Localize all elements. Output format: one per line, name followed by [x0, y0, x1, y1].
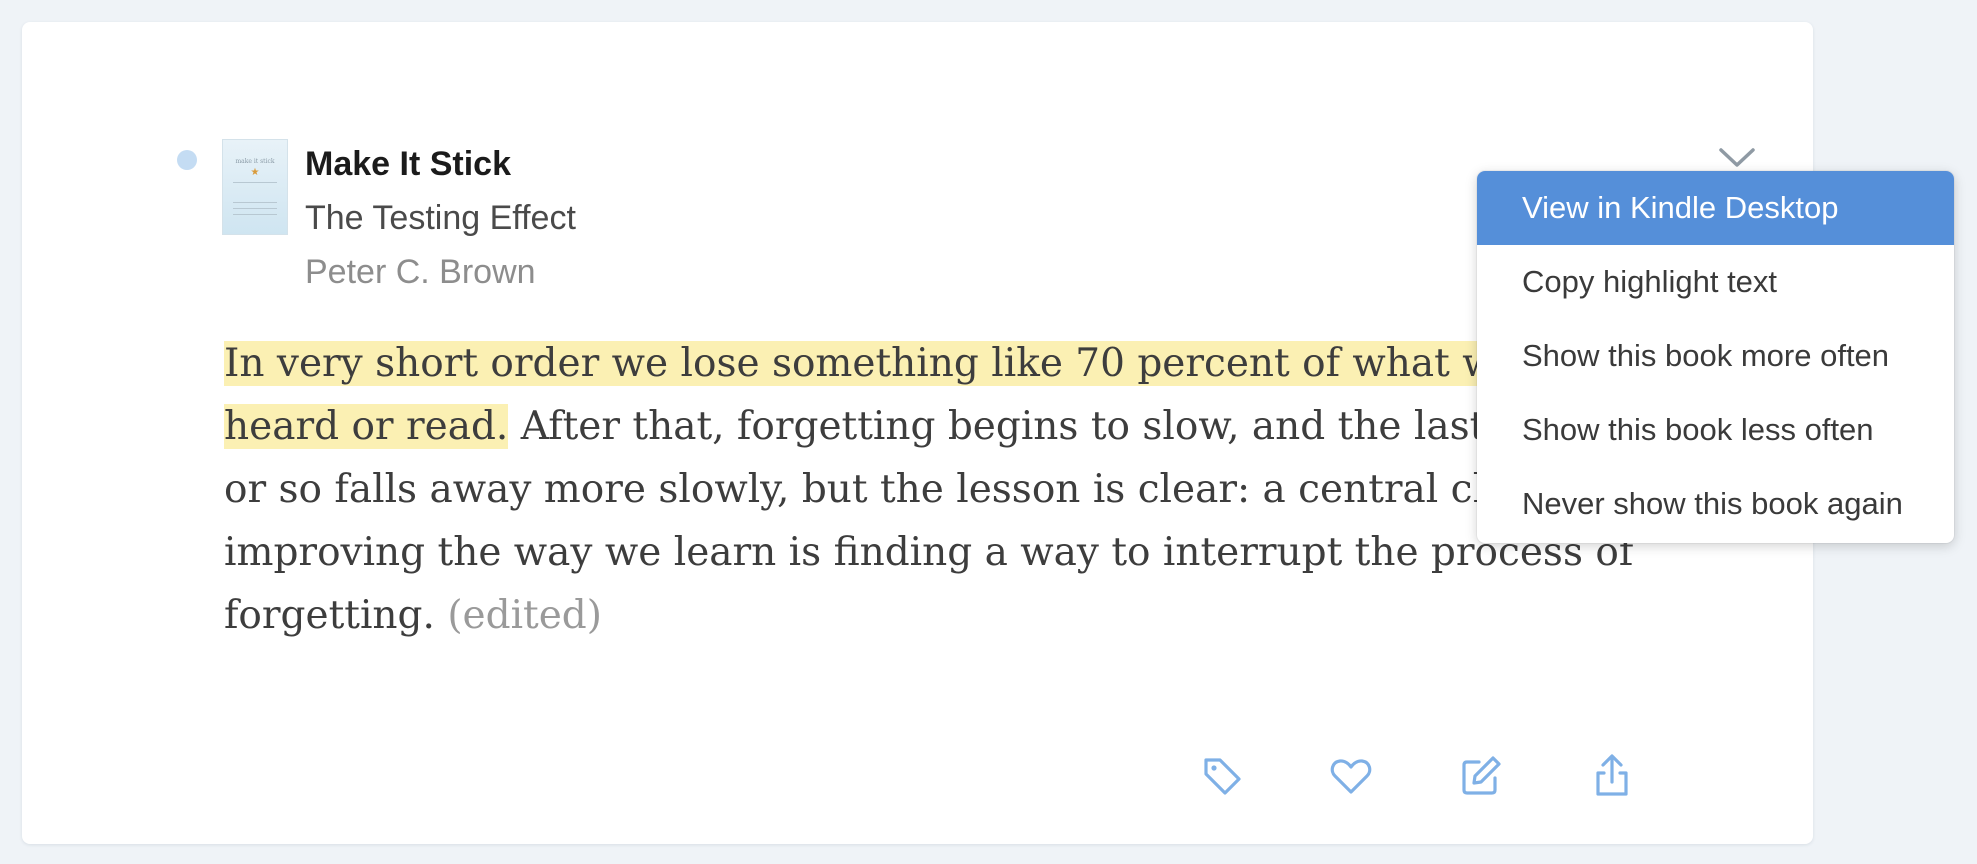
chevron-down-icon[interactable]: [1715, 140, 1759, 174]
text-span: forgetting.: [224, 593, 435, 638]
menu-item-copy-highlight[interactable]: Copy highlight text: [1477, 245, 1954, 319]
cover-line: [233, 202, 277, 203]
book-title[interactable]: Make It Stick: [305, 140, 511, 188]
book-cover-thumbnail: make it stick ★: [223, 140, 287, 234]
edit-icon[interactable]: [1457, 752, 1505, 800]
edited-label: (edited): [447, 593, 602, 638]
menu-item-never-show[interactable]: Never show this book again: [1477, 467, 1954, 541]
text-span: or so falls away more slowly, but the le…: [224, 467, 1694, 512]
cover-star-icon: ★: [250, 167, 260, 178]
heart-icon[interactable]: [1327, 752, 1375, 800]
unread-dot: [177, 150, 197, 170]
text-span: improving the way we learn is finding a …: [224, 530, 1634, 575]
cover-title-art: make it stick: [235, 158, 275, 165]
highlighted-span: In very short order we lose something li…: [224, 341, 1662, 386]
share-icon[interactable]: [1588, 752, 1636, 800]
cover-line: [233, 208, 277, 209]
menu-item-view-in-kindle[interactable]: View in Kindle Desktop: [1477, 171, 1954, 245]
book-author: Peter C. Brown: [305, 253, 536, 291]
highlighted-span: heard or read.: [224, 404, 509, 449]
cover-line: [233, 182, 277, 183]
highlight-text: In very short order we lose something li…: [224, 332, 1712, 647]
context-menu: View in Kindle Desktop Copy highlight te…: [1477, 171, 1954, 543]
chapter-title: The Testing Effect: [305, 199, 576, 237]
tag-icon[interactable]: [1198, 752, 1246, 800]
menu-item-show-more-often[interactable]: Show this book more often: [1477, 319, 1954, 393]
cover-line: [233, 214, 277, 215]
menu-item-show-less-often[interactable]: Show this book less often: [1477, 393, 1954, 467]
